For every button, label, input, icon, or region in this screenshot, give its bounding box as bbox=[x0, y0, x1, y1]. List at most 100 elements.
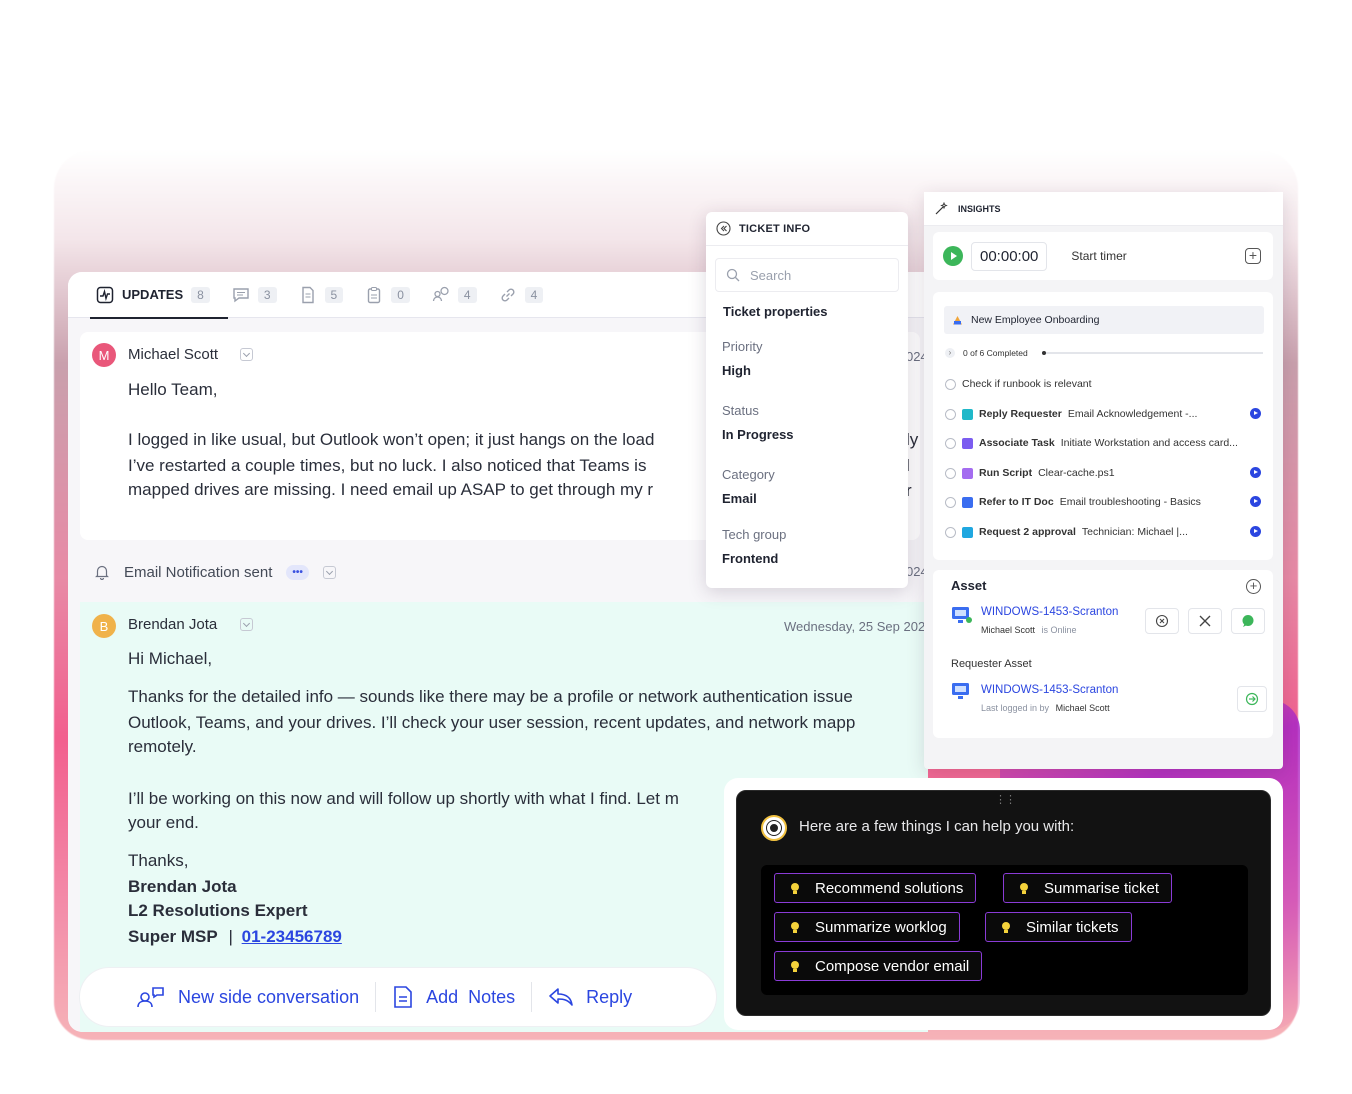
computer-icon bbox=[952, 607, 972, 623]
runbook-step[interactable]: Reply Requester Email Acknowledgement -..… bbox=[945, 408, 1197, 420]
tab-count: 5 bbox=[324, 286, 344, 303]
tab-count: 3 bbox=[257, 286, 277, 303]
lightbulb-icon bbox=[789, 881, 801, 895]
last-logged-label: Last logged in by bbox=[981, 703, 1050, 713]
run-step-icon[interactable] bbox=[1250, 467, 1261, 478]
step-text: Check if runbook is relevant bbox=[962, 378, 1092, 390]
clipboard-icon bbox=[368, 286, 381, 303]
tab-notes[interactable]: 5 bbox=[299, 272, 344, 318]
suggestion-label: Recommend solutions bbox=[815, 879, 964, 897]
suggestion-chip[interactable]: Compose vendor email bbox=[774, 951, 983, 981]
tab-linked[interactable]: 4 bbox=[499, 272, 544, 318]
collapse-icon[interactable] bbox=[716, 221, 731, 236]
tech-group-value[interactable]: Frontend bbox=[722, 551, 778, 566]
runbook-step[interactable]: Run Script Clear-cache.ps1 bbox=[945, 467, 1115, 479]
suggestion-chip[interactable]: Summarise ticket bbox=[1003, 873, 1173, 903]
suggestion-label: Similar tickets bbox=[1026, 918, 1119, 936]
assistant-intro: Here are a few things I can help you wit… bbox=[799, 818, 1075, 835]
connect-button[interactable] bbox=[1237, 686, 1267, 712]
message-line: your end. bbox=[128, 813, 199, 832]
signature-name: Brendan Jota bbox=[128, 877, 237, 896]
requester-asset-title: Requester Asset bbox=[951, 658, 1032, 670]
phone-link[interactable]: 01-23456789 bbox=[242, 927, 342, 946]
arrow-right-circle-icon bbox=[1245, 692, 1259, 706]
step-action: Refer to IT Doc bbox=[979, 496, 1054, 508]
more-button[interactable]: ••• bbox=[286, 564, 309, 580]
lightbulb-icon bbox=[1018, 881, 1030, 895]
runbook-step[interactable]: Refer to IT Doc Email troubleshooting - B… bbox=[945, 496, 1201, 508]
tab-label: UPDATES bbox=[122, 287, 184, 302]
expand-chevron-icon[interactable] bbox=[240, 348, 253, 361]
chat-bubble-icon bbox=[1242, 615, 1254, 627]
requester-asset-link[interactable]: WINDOWS-1453-Scranton bbox=[981, 684, 1118, 696]
tab-conversations[interactable]: 3 bbox=[232, 272, 277, 318]
reply-button[interactable]: Reply bbox=[548, 986, 632, 1008]
message-line: I logged in like usual, but Outlook won’… bbox=[128, 430, 655, 449]
sender-name: Michael Scott bbox=[128, 346, 219, 363]
tools-button[interactable] bbox=[1188, 608, 1222, 634]
run-step-icon[interactable] bbox=[1250, 496, 1261, 507]
progress-row: › 0 of 6 Completed bbox=[945, 346, 1263, 360]
lightbulb-icon bbox=[789, 920, 801, 934]
chevron-right-icon[interactable]: › bbox=[945, 348, 955, 358]
message-greeting: Hello Team, bbox=[128, 380, 218, 399]
chat-button[interactable] bbox=[1231, 608, 1265, 634]
run-step-icon[interactable] bbox=[1250, 526, 1261, 537]
ticket-info-header: TICKET INFO bbox=[706, 212, 908, 246]
add-icon[interactable]: + bbox=[1245, 248, 1261, 264]
doc-step-icon bbox=[962, 496, 973, 508]
asset-owner-line: Michael Scott is Online bbox=[981, 625, 1077, 635]
suggestions-box: Recommend solutions Summarise ticket Sum… bbox=[761, 865, 1248, 995]
ticket-info-panel: TICKET INFO Search Ticket properties Pri… bbox=[706, 212, 908, 588]
suggestion-label: Compose vendor email bbox=[815, 957, 970, 975]
search-placeholder: Search bbox=[750, 267, 792, 283]
lightbulb-icon bbox=[1000, 920, 1012, 934]
tab-tasks[interactable]: 0 bbox=[365, 272, 410, 318]
signature-separator: | bbox=[228, 927, 233, 946]
section-title: Ticket properties bbox=[723, 304, 828, 319]
add-asset-icon[interactable]: + bbox=[1246, 579, 1261, 594]
ticket-info-title: TICKET INFO bbox=[739, 222, 811, 235]
status-value[interactable]: In Progress bbox=[722, 427, 794, 442]
suggestion-chip[interactable]: Summarize worklog bbox=[774, 912, 960, 942]
step-text: Clear-cache.ps1 bbox=[1038, 467, 1115, 479]
priority-value[interactable]: High bbox=[722, 363, 751, 378]
timer-value: 00:00:00 bbox=[971, 241, 1048, 271]
runbook-icon bbox=[953, 315, 962, 324]
expand-chevron-icon[interactable] bbox=[322, 565, 336, 579]
tab-side-conversations[interactable]: 4 bbox=[432, 272, 477, 318]
assistant-face-icon bbox=[767, 821, 781, 835]
runbook-step[interactable]: Associate Task Initiate Workstation and a… bbox=[945, 437, 1238, 449]
new-side-conversation-button[interactable]: New side conversation bbox=[136, 985, 359, 1009]
runbook-step[interactable]: Check if runbook is relevant bbox=[945, 378, 1092, 390]
priority-label: Priority bbox=[722, 339, 763, 354]
expand-chevron-icon[interactable] bbox=[240, 618, 253, 631]
run-step-icon[interactable] bbox=[1250, 408, 1261, 419]
link-icon bbox=[501, 287, 515, 302]
computer-icon bbox=[952, 683, 969, 699]
start-timer-label[interactable]: Start timer bbox=[1071, 249, 1126, 263]
message-line: I’ll be working on this now and will fol… bbox=[128, 789, 679, 808]
message-line: I’ve restarted a couple times, but no lu… bbox=[128, 456, 647, 475]
add-notes-button[interactable]: Add Notes bbox=[392, 985, 515, 1009]
people-chat-icon bbox=[432, 286, 449, 301]
disconnect-button[interactable] bbox=[1145, 608, 1179, 634]
ai-assistant-panel: ⋮⋮ Here are a few things I can help you … bbox=[736, 790, 1271, 1016]
asset-name-link[interactable]: WINDOWS-1453-Scranton bbox=[981, 606, 1118, 618]
tab-updates[interactable]: UPDATES 8 bbox=[90, 272, 228, 319]
suggestion-chip[interactable]: Recommend solutions bbox=[774, 873, 977, 903]
suggestion-chip[interactable]: Similar tickets bbox=[985, 912, 1132, 942]
drag-handle-icon[interactable]: ⋮⋮ bbox=[995, 793, 1016, 806]
message-line: Thanks for the detailed info — sounds li… bbox=[128, 687, 853, 706]
check-icon bbox=[945, 526, 956, 538]
play-timer-button[interactable] bbox=[943, 246, 963, 266]
category-value[interactable]: Email bbox=[722, 491, 757, 506]
runbook-step[interactable]: Request 2 approval Technician: Michael |.… bbox=[945, 526, 1188, 538]
reply-icon bbox=[549, 988, 573, 1006]
last-logged-user: Michael Scott bbox=[1055, 703, 1110, 713]
avatar: B bbox=[92, 614, 116, 638]
chat-icon bbox=[233, 287, 249, 302]
message-line: mapped drives are missing. I need email … bbox=[128, 480, 654, 499]
search-input[interactable]: Search bbox=[715, 258, 899, 292]
check-icon bbox=[945, 378, 956, 390]
